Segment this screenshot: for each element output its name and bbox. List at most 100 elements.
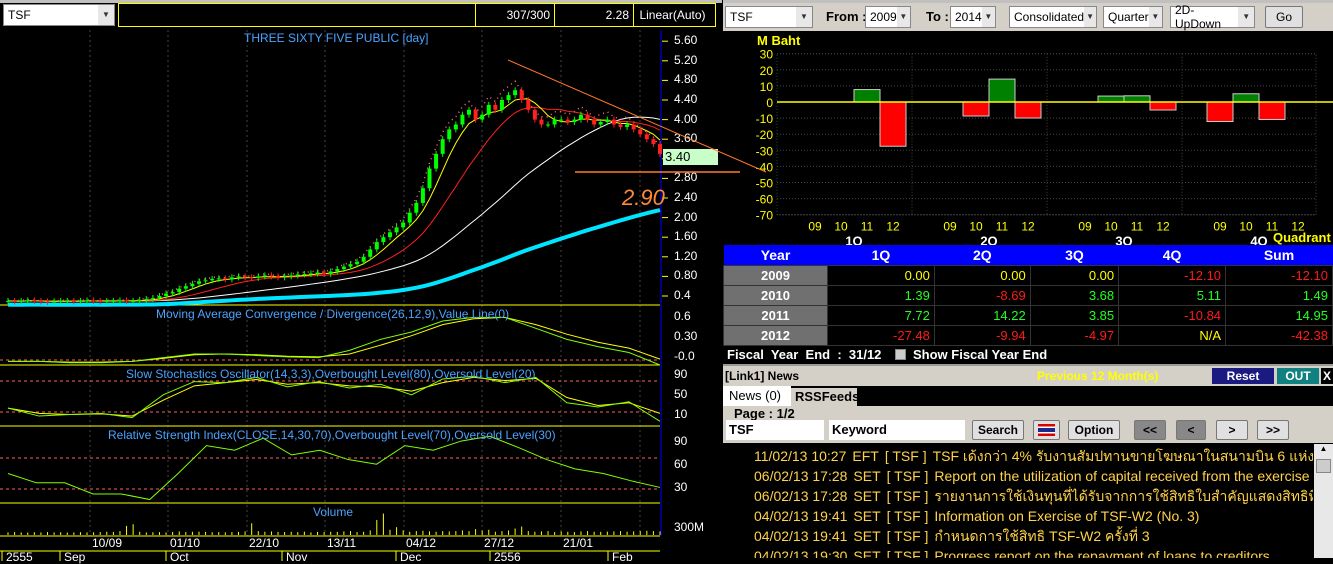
news-item[interactable]: 04/02/13 19:41 SET [ TSF ] Information on E…	[726, 506, 1313, 526]
year-tick-label: 10	[834, 220, 848, 234]
news-period: Previous 12 Month(s)	[1037, 369, 1159, 383]
news-src: SET	[853, 488, 881, 504]
quarterly-bar-chart: 30 20 10 0 -10 -20 -30 -40 -50 -60 -70 09 10 11 12 1Q 09…	[756, 48, 1333, 245]
reset-button[interactable]: Reset	[1212, 368, 1274, 384]
candle	[150, 297, 155, 299]
col-header: 4Q	[1118, 245, 1226, 265]
candle	[638, 129, 643, 135]
stoch-d-line	[7, 376, 661, 417]
candle	[170, 292, 175, 294]
news-scrollbar[interactable]: ▲	[1314, 444, 1333, 558]
show-fiscal-label: Show Fiscal Year End	[913, 347, 1048, 362]
news-src: SET	[853, 548, 881, 558]
chart-type-select[interactable]: 2D-UpDown ▼	[1170, 3, 1255, 31]
next-page-button[interactable]: >	[1216, 420, 1248, 440]
news-item[interactable]: 06/02/13 17:28 SET [ TSF ] รายงานการใช้เงิน…	[726, 486, 1313, 506]
price-tick: 1.20	[674, 248, 698, 263]
price-tick: 0.80	[674, 268, 698, 283]
year-tick-label: 09	[943, 220, 957, 234]
news-item[interactable]: 11/02/13 10:27 EFT [ TSF ] TSF เด้งกว่า 4% …	[726, 446, 1313, 466]
quarter-label: 2Q	[980, 234, 997, 245]
scroll-thumb[interactable]	[1316, 459, 1331, 473]
candle	[164, 293, 169, 296]
period-value: Quarter	[1108, 10, 1149, 24]
candle	[322, 272, 327, 274]
value-cell: 0.00	[1029, 264, 1120, 286]
news-item[interactable]: 04/02/13 19:30 SET [ TSF ] Progress report …	[726, 546, 1313, 558]
tab-news[interactable]: News (0)	[723, 386, 791, 406]
page-indicator: Page : 1/2	[734, 406, 795, 421]
candle	[229, 277, 234, 280]
price-chart-canvas[interactable]	[0, 3, 722, 561]
month-tick: Sep	[64, 550, 86, 564]
candle	[223, 278, 228, 280]
candle	[381, 237, 386, 243]
first-page-button[interactable]: <<	[1134, 420, 1166, 440]
period-select[interactable]: Quarter ▼	[1103, 6, 1163, 28]
price-tick: 2.00	[674, 209, 698, 224]
candle	[578, 114, 583, 120]
language-flag-button[interactable]	[1033, 420, 1060, 440]
candle	[473, 109, 478, 120]
news-src: SET	[853, 528, 881, 544]
to-year-select[interactable]: 2014 ▼	[950, 6, 996, 28]
option-button[interactable]: Option	[1068, 420, 1120, 440]
candle	[644, 134, 649, 140]
out-button[interactable]: OUT	[1277, 368, 1319, 384]
price-tick: 2.40	[674, 190, 698, 204]
show-fiscal-checkbox[interactable]	[895, 349, 906, 360]
last-page-button[interactable]: >>	[1257, 420, 1289, 440]
stoch-tick: 10	[674, 407, 688, 421]
month-tick: 2556	[494, 550, 521, 564]
candle	[480, 114, 485, 120]
value-cell: 0.00	[827, 264, 935, 286]
news-item[interactable]: 04/02/13 19:41 SET [ TSF ] กำหนดการใช้สิทธิ…	[726, 526, 1313, 546]
tab-rssfeeds[interactable]: RSSFeeds	[791, 388, 859, 406]
candle	[328, 271, 333, 274]
year-tick-label: 10	[1239, 220, 1253, 234]
keyword-input[interactable]: Keyword	[829, 420, 965, 440]
value-cell: -27.48	[827, 324, 935, 346]
y-tick-label: -50	[756, 177, 774, 191]
scroll-up-icon[interactable]: ▲	[1314, 444, 1333, 453]
news-title: [Link1] News	[725, 369, 800, 383]
candle	[407, 212, 412, 223]
date-tick: 01/10	[170, 536, 201, 550]
chevron-down-icon: ▼	[981, 7, 995, 27]
from-year-select[interactable]: 2009 ▼	[865, 6, 911, 28]
year-cell: 2010	[723, 284, 828, 306]
search-button[interactable]: Search	[972, 420, 1024, 440]
candle	[611, 119, 616, 125]
volume-tick: 300M	[674, 520, 705, 534]
bar-1Q-11	[853, 89, 881, 103]
ma-5-line	[7, 98, 661, 302]
last-price-tag: 3.40	[663, 149, 718, 165]
y-tick-label: 0	[766, 96, 773, 110]
candle	[467, 109, 472, 115]
candle	[295, 274, 300, 276]
candle	[45, 301, 50, 303]
news-sym: [ TSF ]	[886, 468, 929, 484]
parabolic-sar	[7, 80, 661, 303]
bar-3Q-11	[1123, 95, 1151, 103]
stoch-title: Slow Stochastics Oscillator(14,3,3),Over…	[126, 367, 536, 381]
statement-select[interactable]: Consolidated ▼	[1009, 6, 1097, 28]
close-button[interactable]: X	[1321, 368, 1333, 384]
news-src: EFT	[852, 448, 879, 464]
candle	[111, 300, 116, 302]
prev-page-button[interactable]: <	[1176, 420, 1206, 440]
financial-toolbar: TSF ▼ From : 2009 ▼ To : 2014 ▼ Consolidate…	[723, 0, 1333, 31]
go-button[interactable]: Go	[1265, 6, 1303, 28]
candle	[32, 300, 37, 302]
news-item[interactable]: 06/02/13 17:28 SET [ TSF ] Report on the ut…	[726, 466, 1313, 486]
year-cell: 2009	[723, 264, 828, 286]
value-cell: 5.11	[1118, 284, 1227, 306]
news-symbol-input[interactable]: TSF	[726, 420, 824, 440]
stoch-tick: 90	[674, 367, 688, 381]
candle	[440, 139, 445, 154]
table-row: 2012 -27.48 -9.94 -4.97 N/A -42.38	[723, 324, 1333, 346]
year-cell: 2012	[723, 324, 828, 346]
fin-symbol-select[interactable]: TSF ▼	[725, 6, 813, 28]
y-tick-label: 10	[760, 80, 774, 94]
year-tick-label: 12	[1156, 220, 1170, 234]
